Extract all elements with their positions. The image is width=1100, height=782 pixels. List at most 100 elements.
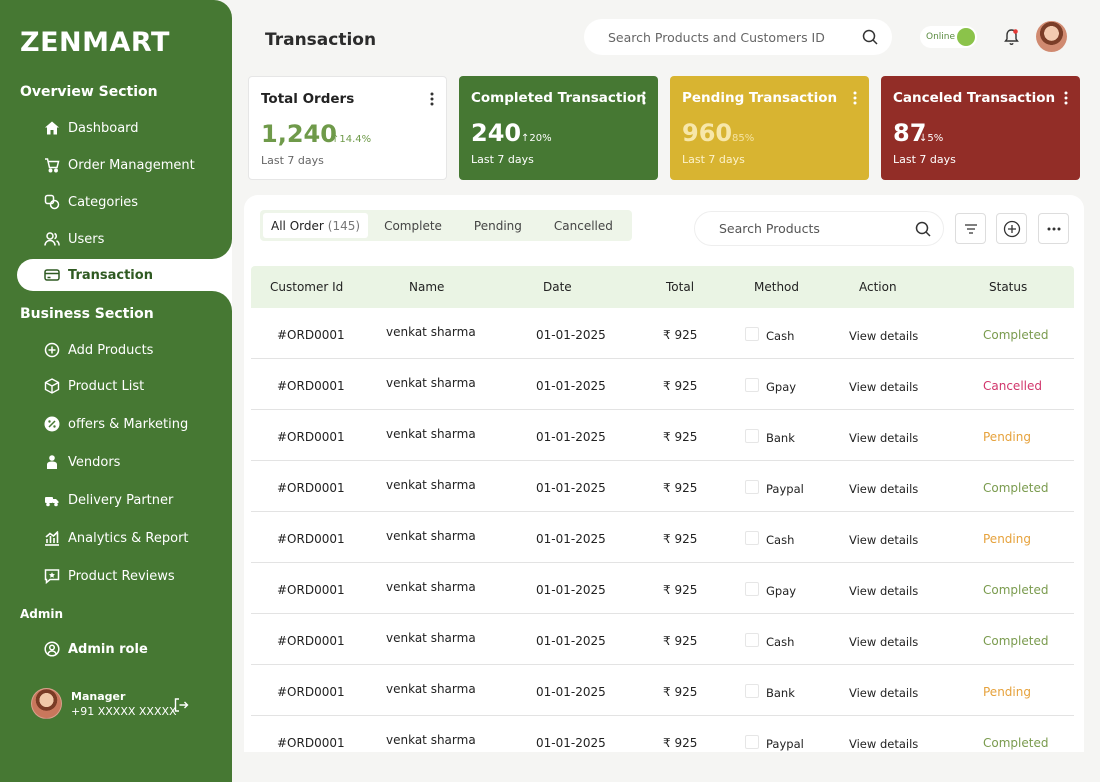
filter-button[interactable] (955, 213, 986, 244)
analytics-icon (44, 530, 60, 546)
sidebar-item-admin-role[interactable]: Admin role (44, 637, 148, 661)
method-checkbox[interactable] (745, 735, 759, 749)
sidebar-item-label: Admin role (68, 642, 148, 657)
sidebar-item-label: Analytics & Report (68, 531, 189, 546)
global-search[interactable] (584, 19, 892, 55)
table-row: #ORD0001 venkat sharma 01-01-2025 ₹ 925 … (251, 665, 1074, 716)
view-details-link[interactable]: View details (849, 431, 918, 445)
method-checkbox[interactable] (745, 480, 759, 494)
view-details-link[interactable]: View details (849, 737, 918, 751)
method-checkbox[interactable] (745, 429, 759, 443)
table-row: #ORD0001 venkat sharma 01-01-2025 ₹ 925 … (251, 461, 1074, 512)
kebab-menu-icon[interactable] (642, 91, 646, 105)
home-icon (44, 120, 60, 136)
view-details-link[interactable]: View details (849, 584, 918, 598)
table-row: #ORD0001 venkat sharma 01-01-2025 ₹ 925 … (251, 614, 1074, 665)
business-section-title: Business Section (20, 306, 154, 322)
column-header[interactable]: Customer Id (270, 280, 343, 294)
column-header[interactable]: Date (543, 280, 572, 294)
kebab-menu-icon[interactable] (853, 91, 857, 105)
cell-name: venkat sharma (386, 682, 476, 696)
filter-icon (964, 223, 978, 235)
column-header[interactable]: Total (666, 280, 694, 294)
product-search[interactable] (694, 211, 944, 246)
profile-block[interactable]: Manager +91 XXXXX XXXXX (31, 688, 177, 719)
sidebar-item-analytics-report[interactable]: Analytics & Report (44, 526, 189, 550)
logout-icon[interactable] (173, 697, 189, 713)
sidebar-item-dashboard[interactable]: Dashboard (44, 116, 139, 140)
card-pending-transaction: Pending Transaction 960 85% Last 7 days (670, 76, 869, 180)
online-status-label: Online (926, 32, 955, 42)
user-avatar[interactable] (1036, 21, 1067, 52)
cell-customer-id: #ORD0001 (277, 481, 345, 495)
card-delta: ↑20% (521, 133, 552, 144)
column-header[interactable]: Method (754, 280, 799, 294)
column-header[interactable]: Status (989, 280, 1027, 294)
sidebar-item-label: Delivery Partner (68, 493, 173, 508)
search-icon[interactable] (915, 221, 931, 237)
tab-complete[interactable]: Complete (368, 213, 458, 238)
sidebar-item-delivery-partner[interactable]: Delivery Partner (44, 488, 173, 512)
kebab-menu-icon[interactable] (430, 92, 434, 106)
status-badge: Cancelled (983, 379, 1042, 393)
cell-name: venkat sharma (386, 733, 476, 747)
profile-role: Manager (71, 690, 177, 703)
sidebar-item-product-list[interactable]: Product List (44, 374, 144, 398)
card-value: 1,240 (261, 120, 337, 148)
method-checkbox[interactable] (745, 378, 759, 392)
more-button[interactable] (1038, 213, 1069, 244)
sidebar-item-product-reviews[interactable]: Product Reviews (44, 564, 175, 588)
sidebar-item-categories[interactable]: Categories (44, 190, 138, 214)
cell-customer-id: #ORD0001 (277, 379, 345, 393)
cell-customer-id: #ORD0001 (277, 583, 345, 597)
method-checkbox[interactable] (745, 633, 759, 647)
cell-name: venkat sharma (386, 427, 476, 441)
method-checkbox[interactable] (745, 531, 759, 545)
column-header[interactable]: Action (859, 280, 897, 294)
cell-method: Gpay (766, 584, 796, 598)
bell-icon[interactable] (1003, 28, 1020, 46)
view-details-link[interactable]: View details (849, 482, 918, 496)
global-search-input[interactable] (608, 30, 848, 45)
cell-customer-id: #ORD0001 (277, 736, 345, 750)
add-button[interactable] (996, 213, 1027, 244)
tab-cancelled[interactable]: Cancelled (538, 213, 629, 238)
card-title: Pending Transaction (682, 90, 857, 106)
view-details-link[interactable]: View details (849, 329, 918, 343)
sidebar-item-add-products[interactable]: Add Products (44, 338, 153, 362)
product-search-input[interactable] (719, 221, 899, 236)
sidebar-item-vendors[interactable]: Vendors (44, 450, 120, 474)
method-checkbox[interactable] (745, 582, 759, 596)
cell-name: venkat sharma (386, 631, 476, 645)
review-icon (44, 568, 60, 584)
card-subtitle: Last 7 days (471, 153, 534, 166)
view-details-link[interactable]: View details (849, 533, 918, 547)
cell-total: ₹ 925 (663, 532, 697, 546)
cell-name: venkat sharma (386, 529, 476, 543)
cell-method: Bank (766, 431, 795, 445)
cell-customer-id: #ORD0001 (277, 532, 345, 546)
online-status-toggle[interactable]: Online (920, 26, 977, 48)
profile-phone: +91 XXXXX XXXXX (71, 705, 177, 718)
sidebar-item-order-management[interactable]: Order Management (44, 153, 195, 177)
status-badge: Completed (983, 328, 1048, 342)
avatar (31, 688, 62, 719)
tab-pending[interactable]: Pending (458, 213, 538, 238)
view-details-link[interactable]: View details (849, 686, 918, 700)
method-checkbox[interactable] (745, 327, 759, 341)
search-icon[interactable] (862, 29, 878, 45)
method-checkbox[interactable] (745, 684, 759, 698)
cell-method: Cash (766, 635, 794, 649)
kebab-menu-icon[interactable] (1064, 91, 1068, 105)
plus-circle-icon (1003, 220, 1021, 238)
view-details-link[interactable]: View details (849, 380, 918, 394)
view-details-link[interactable]: View details (849, 635, 918, 649)
cell-date: 01-01-2025 (536, 634, 606, 648)
tab-all-order[interactable]: All Order(145) (263, 213, 368, 238)
column-header[interactable]: Name (409, 280, 444, 294)
sidebar-item-transaction[interactable]: Transaction (44, 263, 153, 287)
cell-date: 01-01-2025 (536, 685, 606, 699)
cell-date: 01-01-2025 (536, 481, 606, 495)
sidebar-item-offers-marketing[interactable]: offers & Marketing (44, 412, 188, 436)
sidebar-item-users[interactable]: Users (44, 227, 104, 251)
